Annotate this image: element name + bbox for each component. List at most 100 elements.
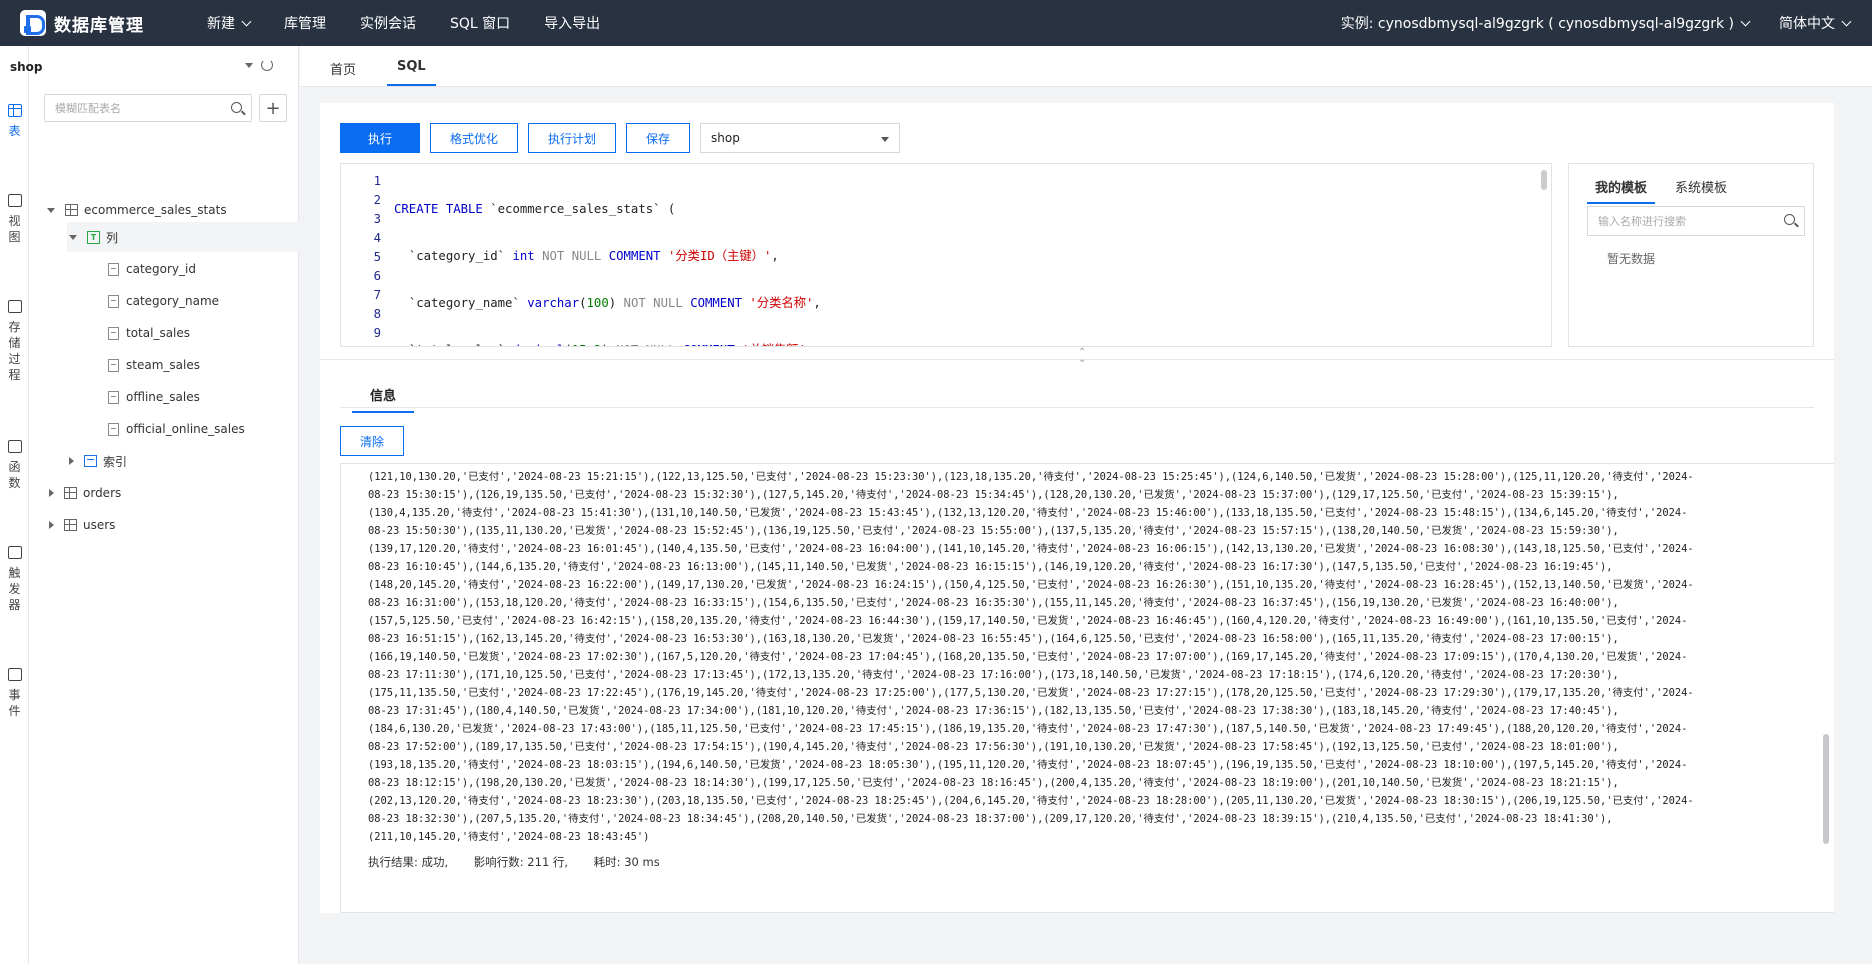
- tree-table-users[interactable]: users: [47, 510, 115, 540]
- tree-table-label: ecommerce_sales_stats: [84, 203, 227, 217]
- message-output: (121,10,130.20,'已支付','2024-08-23 15:21:1…: [340, 463, 1834, 913]
- sql-editor[interactable]: 1 2 3 4 5 6 7 8 9 CREATE TABLE `ecommerc…: [340, 163, 1552, 347]
- output-scrollbar[interactable]: [1823, 734, 1829, 844]
- table-icon: [7, 104, 22, 117]
- procedure-icon: [7, 300, 22, 313]
- instance-selector[interactable]: 实例: cynosdbmysql-al9gzgrk ( cynosdbmysql…: [1341, 13, 1779, 33]
- output-line: (139,17,120.20,'待支付','2024-08-23 16:01:4…: [368, 543, 1694, 555]
- search-icon[interactable]: [1784, 214, 1795, 225]
- line-number: 3: [373, 212, 381, 226]
- language-label: 简体中文: [1779, 16, 1835, 32]
- refresh-icon[interactable]: [261, 59, 273, 71]
- save-button[interactable]: 保存: [626, 123, 690, 153]
- database-dropdown-value: shop: [711, 131, 740, 145]
- line-number: 9: [373, 326, 381, 340]
- tree-column-label: category_name: [126, 294, 220, 308]
- nav-instance-session-label: 实例会话: [360, 16, 416, 32]
- output-line: 08-23 17:52:00'),(189,17,135.50,'已支付','2…: [368, 741, 1619, 753]
- tab-home[interactable]: 首页: [330, 59, 356, 78]
- tree-column-label: offline_sales: [126, 390, 200, 404]
- execute-button[interactable]: 执行: [340, 123, 420, 153]
- nav-new[interactable]: 新建: [190, 0, 267, 46]
- table-icon: [64, 519, 77, 531]
- top-bar: 数据库管理 新建 库管理 实例会话 SQL 窗口 导入导出 实例: cynosd…: [0, 0, 1872, 46]
- view-icon: [7, 194, 22, 207]
- function-icon: [7, 440, 22, 453]
- explain-plan-button[interactable]: 执行计划: [528, 123, 616, 153]
- sql-toolbar: 执行 格式优化 执行计划 保存 shop: [340, 123, 900, 153]
- tab-my-templates[interactable]: 我的模板: [1586, 177, 1656, 204]
- add-table-button[interactable]: +: [259, 94, 287, 122]
- tree-column-label: steam_sales: [126, 358, 200, 372]
- tree-table-label: orders: [83, 486, 122, 500]
- nav-instance-session[interactable]: 实例会话: [343, 0, 433, 46]
- logo-icon: [20, 10, 46, 36]
- tree-index-group[interactable]: 索引: [67, 446, 127, 476]
- rail-views-label: 视图: [8, 214, 21, 244]
- rail-functions-label: 函数: [8, 460, 21, 490]
- rail-functions[interactable]: 函数: [0, 440, 29, 491]
- drag-handle-icon[interactable]: ⌃ ⌄: [1078, 348, 1086, 365]
- execution-summary: 执行结果: 成功, 影响行数: 211 行, 耗时: 30 ms: [368, 854, 660, 870]
- column-icon: [108, 422, 119, 436]
- output-line: 08-23 17:11:30'),(171,10,125.50,'已支付','2…: [368, 669, 1619, 681]
- app-title: 数据库管理: [54, 15, 144, 36]
- tree-column[interactable]: official_online_sales: [108, 414, 245, 444]
- tab-sql[interactable]: SQL: [387, 59, 436, 86]
- database-dropdown[interactable]: shop: [700, 123, 900, 153]
- search-icon[interactable]: [231, 102, 242, 113]
- expand-icon[interactable]: [49, 489, 54, 497]
- code-line: `category_name` varchar(100) NOT NULL CO…: [408, 296, 821, 310]
- editor-scrollbar[interactable]: [1541, 170, 1547, 190]
- rail-events[interactable]: 事件: [0, 668, 29, 719]
- tree-column[interactable]: total_sales: [108, 318, 190, 348]
- column-icon: [108, 262, 119, 276]
- chevron-down-icon: [1740, 16, 1751, 26]
- app-logo[interactable]: 数据库管理: [0, 10, 175, 36]
- rail-triggers[interactable]: 触发器: [0, 546, 29, 613]
- code-line: `category_id` int NOT NULL COMMENT '分类ID…: [408, 249, 779, 263]
- tab-info[interactable]: 信息: [351, 385, 415, 413]
- rail-views[interactable]: 视图: [0, 194, 29, 245]
- database-selector[interactable]: shop: [10, 56, 275, 78]
- event-icon: [7, 668, 22, 681]
- line-number: 7: [373, 288, 381, 302]
- template-search-input[interactable]: [1598, 214, 1778, 228]
- tree-column[interactable]: offline_sales: [108, 382, 200, 412]
- panel-splitter[interactable]: [320, 359, 1834, 360]
- tree-table-orders[interactable]: orders: [47, 478, 121, 508]
- tree-column[interactable]: steam_sales: [108, 350, 200, 380]
- nav-sql-window[interactable]: SQL 窗口: [433, 0, 527, 46]
- rail-triggers-label: 触发器: [8, 566, 21, 612]
- tree-column-label: official_online_sales: [126, 422, 245, 436]
- code-line: `total_sales` decimal(15,2) NOT NULL COM…: [394, 341, 1008, 346]
- tree-table-label: users: [83, 518, 116, 532]
- tree-column[interactable]: category_id: [108, 254, 196, 284]
- format-button[interactable]: 格式优化: [430, 123, 518, 153]
- clear-button[interactable]: 清除: [340, 426, 404, 456]
- template-search: [1587, 206, 1805, 236]
- tree-table-ecommerce-sales-stats[interactable]: ecommerce_sales_stats: [47, 195, 227, 225]
- sql-workspace: 执行 格式优化 执行计划 保存 shop 1 2 3 4 5 6 7 8 9 C…: [320, 103, 1834, 913]
- rail-tables[interactable]: 表: [0, 104, 29, 139]
- nav-sql-window-label: SQL 窗口: [450, 16, 511, 32]
- expand-icon[interactable]: [69, 457, 74, 465]
- language-selector[interactable]: 简体中文: [1779, 13, 1872, 33]
- nav-new-label: 新建: [207, 16, 235, 32]
- nav-import-export[interactable]: 导入导出: [527, 0, 617, 46]
- column-icon: [108, 294, 119, 308]
- tree-column[interactable]: category_name: [108, 286, 219, 316]
- column-icon: [108, 390, 119, 404]
- table-search-input[interactable]: [55, 101, 225, 115]
- tree-columns-group[interactable]: T 列: [67, 222, 299, 252]
- output-line: (130,4,135.20,'待支付','2024-08-23 15:41:30…: [368, 507, 1688, 519]
- nav-db-management[interactable]: 库管理: [267, 0, 343, 46]
- rail-procedures[interactable]: 存储过程: [0, 300, 29, 383]
- tab-system-templates[interactable]: 系统模板: [1675, 177, 1727, 196]
- output-line: (184,6,130.20,'已发货','2024-08-23 17:43:00…: [368, 723, 1688, 735]
- caret-down-icon: [881, 137, 889, 142]
- expand-icon[interactable]: [49, 521, 54, 529]
- expand-icon[interactable]: [47, 207, 55, 213]
- line-number: 2: [373, 193, 381, 207]
- expand-icon[interactable]: [69, 234, 77, 240]
